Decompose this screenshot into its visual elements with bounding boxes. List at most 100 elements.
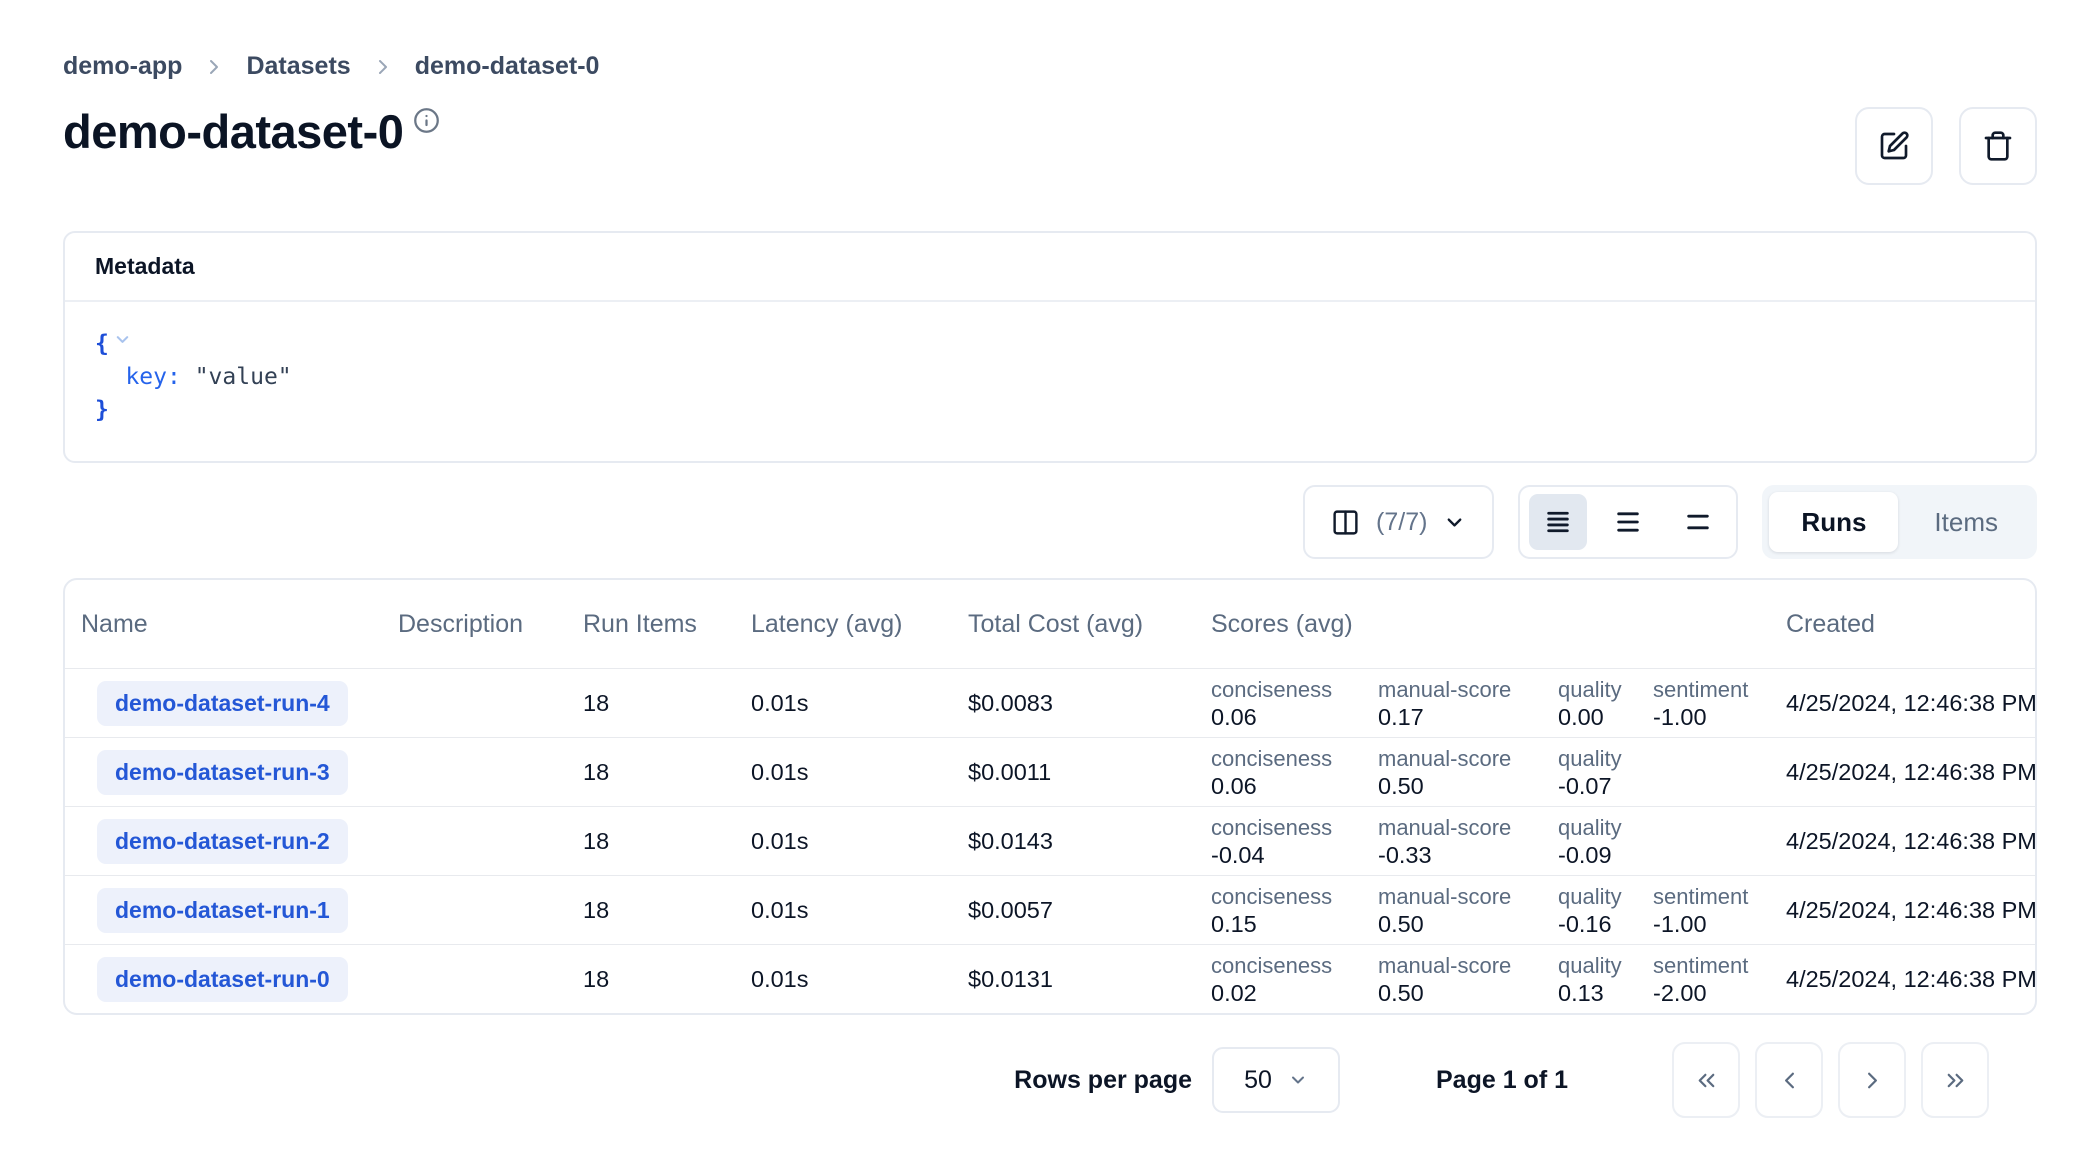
score-value: -2.00 xyxy=(1653,979,1748,1007)
edit-dataset-button[interactable] xyxy=(1855,107,1933,185)
score-label: conciseness xyxy=(1211,814,1378,841)
json-line-close: } xyxy=(95,394,2005,427)
run-name-link[interactable]: demo-dataset-run-4 xyxy=(97,681,348,726)
json-value: "value" xyxy=(195,364,292,390)
cell-latency: 0.01s xyxy=(751,966,968,993)
score-item: manual-score-0.33 xyxy=(1378,814,1558,869)
cell-created: 4/25/2024, 12:46:38 PM xyxy=(1786,966,2037,993)
cell-created: 4/25/2024, 12:46:38 PM xyxy=(1786,897,2037,924)
chevron-right-icon xyxy=(371,55,395,79)
rows-per-page-select[interactable]: 50 xyxy=(1212,1047,1340,1113)
cell-latency: 0.01s xyxy=(751,690,968,717)
score-label: sentiment xyxy=(1653,676,1748,703)
score-label: sentiment xyxy=(1653,952,1748,979)
breadcrumb-current-dataset[interactable]: demo-dataset-0 xyxy=(415,52,600,81)
chevron-down-icon xyxy=(1443,511,1466,534)
cell-scores: conciseness0.02manual-score0.50quality0.… xyxy=(1211,952,1786,1007)
delete-dataset-button[interactable] xyxy=(1959,107,2037,185)
score-item: conciseness0.06 xyxy=(1211,676,1378,731)
score-label: manual-score xyxy=(1378,745,1558,772)
score-label: conciseness xyxy=(1211,745,1378,772)
score-item: manual-score0.50 xyxy=(1378,952,1558,1007)
cell-created: 4/25/2024, 12:46:38 PM xyxy=(1786,759,2037,786)
score-value: 0.13 xyxy=(1558,979,1653,1007)
column-header-run-items: Run Items xyxy=(583,610,751,639)
score-item: sentiment-2.00 xyxy=(1653,952,1748,1007)
breadcrumb-datasets[interactable]: Datasets xyxy=(246,52,350,81)
title-row: demo-dataset-0 xyxy=(63,105,2037,185)
metadata-json-viewer: { key: "value" } xyxy=(65,302,2035,461)
pager-buttons xyxy=(1672,1042,1989,1118)
tab-runs[interactable]: Runs xyxy=(1769,492,1898,552)
page-info: Page 1 of 1 xyxy=(1436,1066,1568,1095)
score-label: manual-score xyxy=(1378,676,1558,703)
json-open-brace: { xyxy=(95,331,109,357)
cell-scores: conciseness-0.04manual-score-0.33quality… xyxy=(1211,814,1786,869)
score-item: conciseness0.06 xyxy=(1211,745,1378,800)
row-height-medium-button[interactable] xyxy=(1599,494,1657,550)
run-name-link[interactable]: demo-dataset-run-3 xyxy=(97,750,348,795)
column-visibility-count: (7/7) xyxy=(1376,508,1427,537)
run-name-link[interactable]: demo-dataset-run-2 xyxy=(97,819,348,864)
cell-created: 4/25/2024, 12:46:38 PM xyxy=(1786,690,2037,717)
row-height-large-button[interactable] xyxy=(1669,494,1727,550)
pagination-bar: Rows per page 50 Page 1 of 1 xyxy=(63,1042,2037,1118)
rows-medium-icon xyxy=(1614,508,1642,536)
table-row: demo-dataset-run-0 18 0.01s $0.0131 conc… xyxy=(65,944,2035,1013)
rows-dense-icon xyxy=(1544,508,1572,536)
score-item: conciseness-0.04 xyxy=(1211,814,1378,869)
cell-latency: 0.01s xyxy=(751,897,968,924)
next-page-button[interactable] xyxy=(1838,1042,1906,1118)
score-item: manual-score0.50 xyxy=(1378,745,1558,800)
score-item: quality-0.16 xyxy=(1558,883,1653,938)
cell-scores: conciseness0.15manual-score0.50quality-0… xyxy=(1211,883,1786,938)
rows-per-page-label: Rows per page xyxy=(1014,1066,1192,1095)
score-label: conciseness xyxy=(1211,952,1378,979)
column-header-description: Description xyxy=(398,610,583,639)
cell-latency: 0.01s xyxy=(751,828,968,855)
tab-items[interactable]: Items xyxy=(1902,492,2030,552)
chevron-left-icon xyxy=(1776,1067,1803,1094)
score-value: 0.06 xyxy=(1211,772,1378,800)
metadata-card-title: Metadata xyxy=(65,233,2035,302)
score-value: 0.50 xyxy=(1378,979,1558,1007)
score-value: -1.00 xyxy=(1653,910,1748,938)
rows-per-page-value: 50 xyxy=(1244,1066,1272,1095)
table-row: demo-dataset-run-4 18 0.01s $0.0083 conc… xyxy=(65,668,2035,737)
chevron-down-icon xyxy=(1288,1070,1308,1090)
rows-loose-icon xyxy=(1684,508,1712,536)
score-value: 0.06 xyxy=(1211,703,1378,731)
score-item: quality0.00 xyxy=(1558,676,1653,731)
run-name-link[interactable]: demo-dataset-run-0 xyxy=(97,957,348,1002)
last-page-button[interactable] xyxy=(1921,1042,1989,1118)
trash-icon xyxy=(1982,130,2014,162)
run-name-link[interactable]: demo-dataset-run-1 xyxy=(97,888,348,933)
runs-items-tabs: Runs Items xyxy=(1762,485,2037,559)
column-header-name: Name xyxy=(81,610,398,639)
cell-scores: conciseness0.06manual-score0.50quality-0… xyxy=(1211,745,1786,800)
table-row: demo-dataset-run-2 18 0.01s $0.0143 conc… xyxy=(65,806,2035,875)
column-visibility-button[interactable]: (7/7) xyxy=(1303,485,1494,559)
score-label: quality xyxy=(1558,952,1653,979)
previous-page-button[interactable] xyxy=(1755,1042,1823,1118)
info-circle-icon[interactable] xyxy=(413,107,440,139)
chevron-right-icon xyxy=(202,55,226,79)
score-value: 0.17 xyxy=(1378,703,1558,731)
score-value: -1.00 xyxy=(1653,703,1748,731)
score-item: sentiment-1.00 xyxy=(1653,676,1748,731)
first-page-button[interactable] xyxy=(1672,1042,1740,1118)
cell-run-items: 18 xyxy=(583,897,751,924)
score-label: quality xyxy=(1558,676,1653,703)
cell-total-cost: $0.0011 xyxy=(968,759,1211,786)
cell-total-cost: $0.0143 xyxy=(968,828,1211,855)
collapse-caret-icon[interactable] xyxy=(113,326,132,359)
score-item: sentiment-1.00 xyxy=(1653,883,1748,938)
square-pen-icon xyxy=(1878,130,1910,162)
breadcrumb: demo-app Datasets demo-dataset-0 xyxy=(63,52,2037,81)
metadata-card: Metadata { key: "value" } xyxy=(63,231,2037,463)
row-height-small-button[interactable] xyxy=(1529,494,1587,550)
column-header-created: Created xyxy=(1786,610,2035,639)
score-value: -0.09 xyxy=(1558,841,1653,869)
cell-created: 4/25/2024, 12:46:38 PM xyxy=(1786,828,2037,855)
breadcrumb-project[interactable]: demo-app xyxy=(63,52,182,81)
